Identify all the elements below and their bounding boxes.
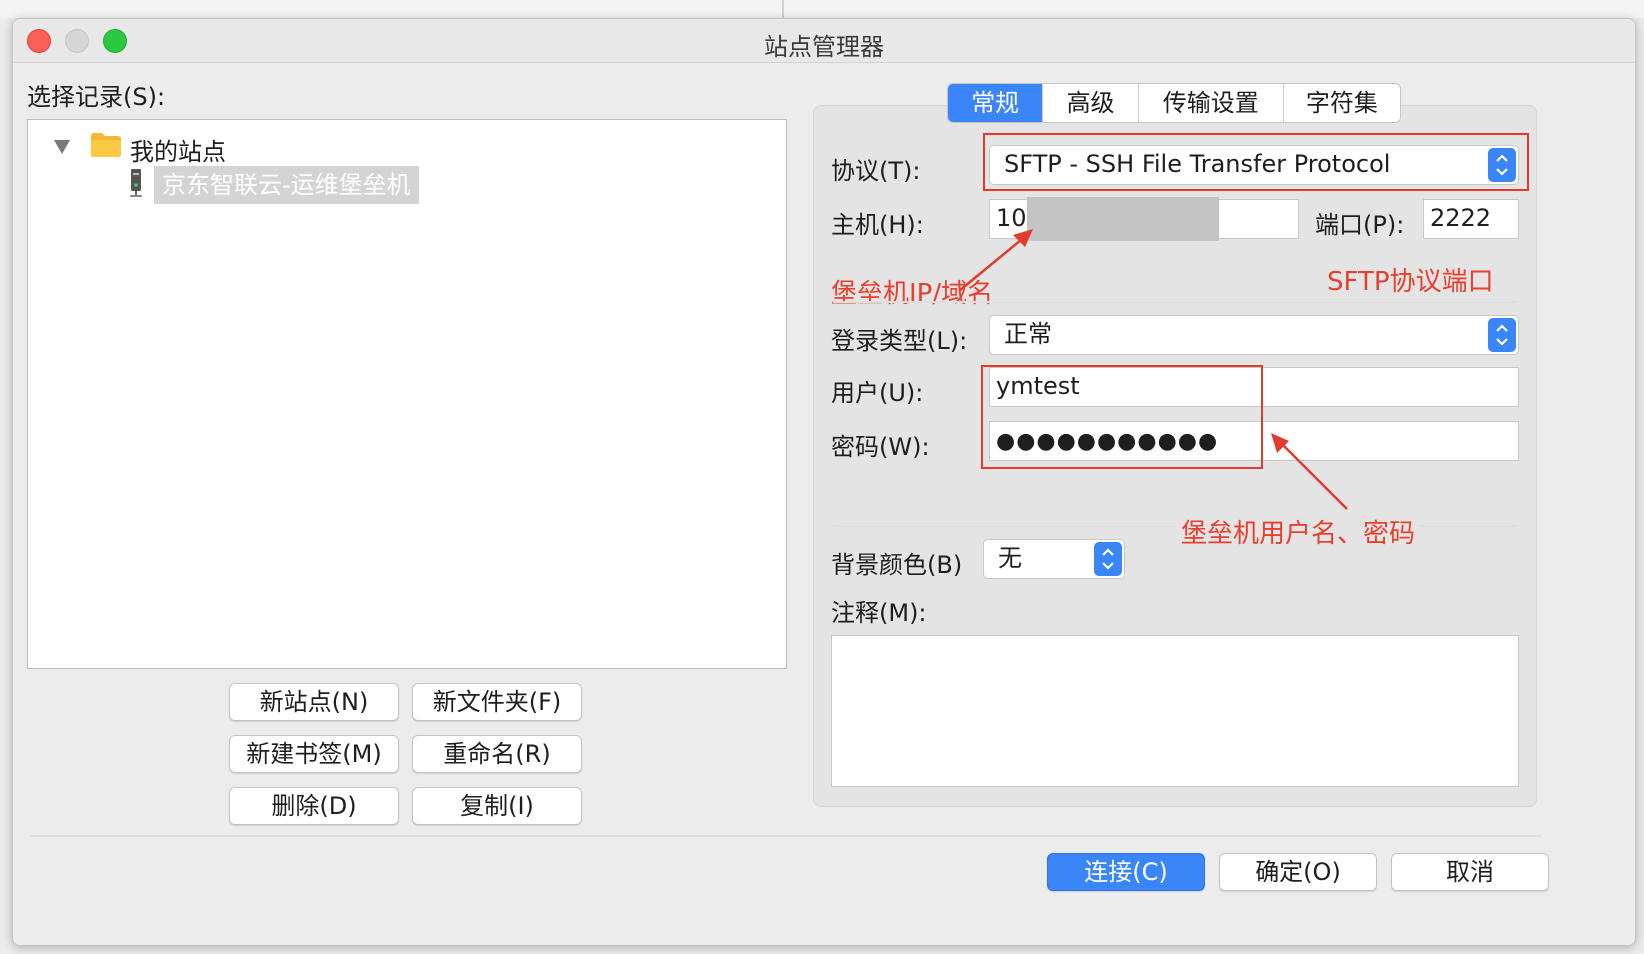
tab-advanced[interactable]: 高级 bbox=[1043, 84, 1139, 122]
password-label: 密码(W): bbox=[831, 433, 930, 461]
host-label: 主机(H): bbox=[831, 211, 924, 239]
new-bookmark-button[interactable]: 新建书签(M) bbox=[229, 735, 399, 773]
title-bar: 站点管理器 bbox=[13, 19, 1635, 63]
comments-textarea[interactable] bbox=[831, 635, 1519, 787]
delete-button[interactable]: 删除(D) bbox=[229, 787, 399, 825]
port-input-value: 2222 bbox=[1430, 204, 1492, 232]
window-title: 站点管理器 bbox=[764, 33, 884, 61]
site-tree[interactable]: 我的站点 京东智联云-运维堡垒机 bbox=[27, 119, 787, 669]
protocol-highlight-box bbox=[983, 133, 1529, 191]
tab-transfer-settings[interactable]: 传输设置 bbox=[1139, 84, 1284, 122]
credentials-annotation: 堡垒机用户名、密码 bbox=[1177, 513, 1420, 550]
host-annotation: 堡垒机IP/域名 bbox=[831, 279, 994, 309]
port-label: 端口(P): bbox=[1315, 211, 1405, 239]
logon-type-label: 登录类型(L): bbox=[831, 327, 968, 355]
background-color-value: 无 bbox=[998, 544, 1022, 572]
server-icon bbox=[130, 169, 142, 197]
cancel-button[interactable]: 取消 bbox=[1391, 853, 1549, 891]
protocol-label: 协议(T): bbox=[831, 157, 921, 185]
logon-type-select[interactable]: 正常 bbox=[989, 315, 1519, 355]
port-input[interactable]: 2222 bbox=[1423, 199, 1519, 239]
background-color-select[interactable]: 无 bbox=[983, 539, 1125, 579]
rename-button[interactable]: 重命名(R) bbox=[412, 735, 582, 773]
credentials-annotation-arrow-icon bbox=[1271, 433, 1348, 510]
footer-divider bbox=[29, 835, 1541, 837]
tab-general[interactable]: 常规 bbox=[948, 84, 1044, 122]
connect-button[interactable]: 连接(C) bbox=[1047, 853, 1205, 891]
ok-button[interactable]: 确定(O) bbox=[1219, 853, 1377, 891]
tree-site-item[interactable]: 京东智联云-运维堡垒机 bbox=[154, 166, 419, 204]
comments-label: 注释(M): bbox=[831, 599, 927, 627]
background-color-label: 背景颜色(B) bbox=[831, 551, 963, 579]
new-site-button[interactable]: 新站点(N) bbox=[229, 683, 399, 721]
copy-button[interactable]: 复制(I) bbox=[412, 787, 582, 825]
credentials-highlight-box bbox=[981, 365, 1263, 469]
tab-charset[interactable]: 字符集 bbox=[1284, 84, 1400, 122]
disclosure-triangle-icon[interactable] bbox=[54, 140, 70, 154]
background-color-stepper-icon bbox=[1094, 542, 1122, 576]
tree-folder-label[interactable]: 我的站点 bbox=[130, 132, 226, 167]
select-entry-label: 选择记录(S): bbox=[27, 83, 166, 111]
port-annotation: SFTP协议端口 bbox=[1327, 267, 1494, 297]
background-divider bbox=[782, 0, 784, 18]
host-redaction-block bbox=[1027, 197, 1219, 241]
logon-type-stepper-icon bbox=[1488, 318, 1516, 352]
logon-type-value: 正常 bbox=[1004, 320, 1052, 348]
background-app-top bbox=[0, 0, 1644, 18]
settings-tabs: 常规 高级 传输设置 字符集 bbox=[947, 83, 1401, 123]
user-label: 用户(U): bbox=[831, 379, 924, 407]
new-folder-button[interactable]: 新文件夹(F) bbox=[412, 683, 582, 721]
section-divider-1 bbox=[833, 301, 1515, 303]
site-manager-window: 站点管理器 选择记录(S): 我的站点 京东智联云-运维堡垒机 新站点(N) 新… bbox=[12, 18, 1636, 946]
folder-icon bbox=[91, 133, 121, 157]
